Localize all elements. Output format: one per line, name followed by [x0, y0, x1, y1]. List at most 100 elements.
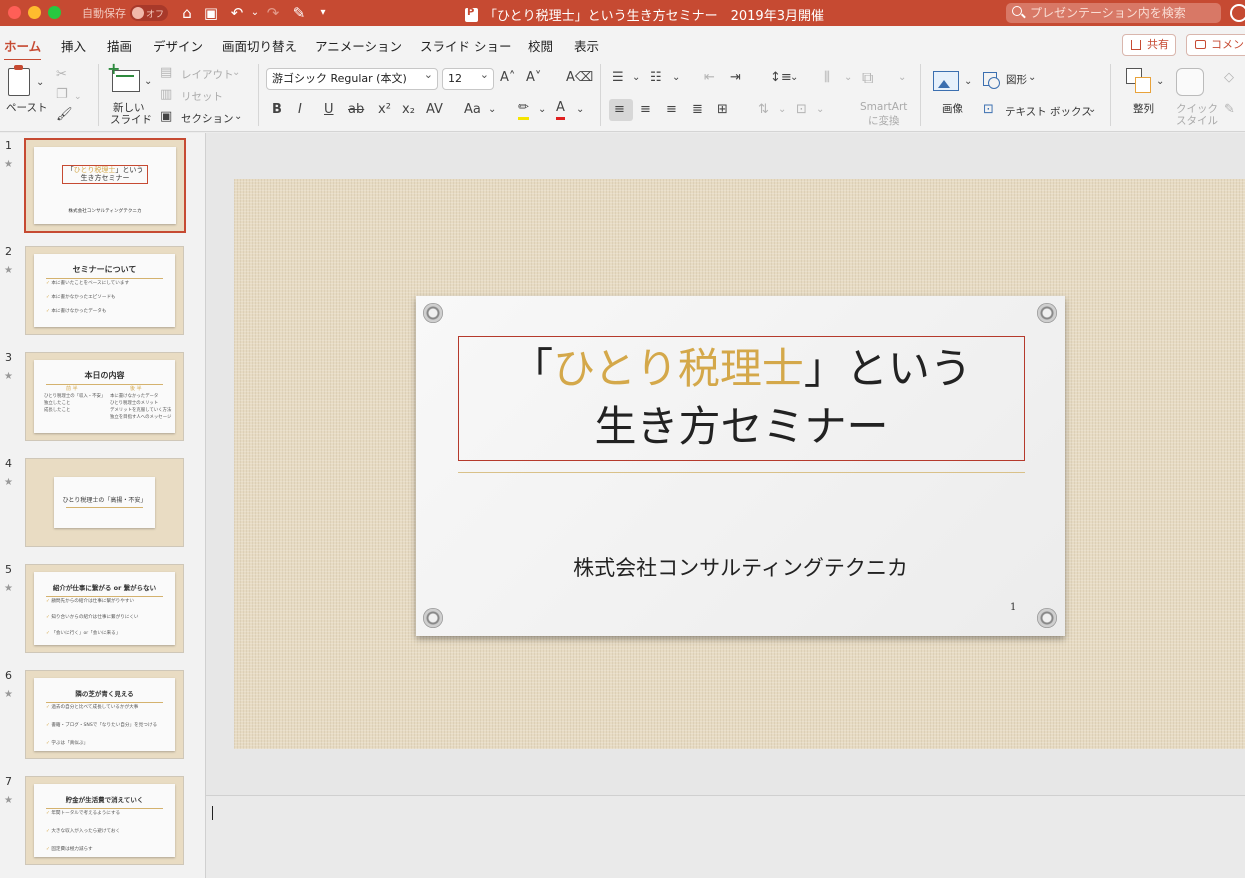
current-slide[interactable]: 「ひとり税理士」という 生き方セミナー 株式会社コンサルティングテクニカ 1	[234, 179, 1245, 749]
textbox-dropdown-icon[interactable]: ⌄	[1088, 101, 1096, 119]
tab-home[interactable]: ホーム	[4, 36, 42, 62]
slide-thumbnail-6[interactable]: 隣の芝が青く見える 過去の自分と比べて成長しているかが大事 書籍・ブログ・SNS…	[25, 670, 184, 759]
shape-fill-icon[interactable]: ◇	[1224, 69, 1234, 87]
columns-icon[interactable]: ⫼	[824, 69, 830, 87]
highlight-icon[interactable]: ✏	[518, 99, 529, 120]
tab-view[interactable]: 表示	[574, 36, 599, 55]
layout-dropdown-icon[interactable]: ⌄	[232, 64, 240, 82]
line-spacing-dropdown-icon[interactable]: ⌄	[790, 69, 798, 87]
new-slide-icon[interactable]	[107, 59, 140, 92]
change-case-dropdown-icon[interactable]: ⌄	[488, 101, 496, 119]
slide-thumbnail-1[interactable]: 「ひとり税理士」という 生き方セミナー 株式会社コンサルティングテクニカ	[24, 138, 186, 233]
underline-icon[interactable]: U	[324, 101, 334, 119]
bold-icon[interactable]: B	[272, 101, 282, 119]
slide-thumbnail-7[interactable]: 貯金が生活費で消えていく 年間トータルで考えるようにする 大きな収入が入ったら避…	[25, 776, 184, 865]
comments-button[interactable]: コメント	[1186, 34, 1245, 56]
tab-slideshow[interactable]: スライド ショー	[420, 36, 511, 55]
slide-subtitle[interactable]: 株式会社コンサルティングテクニカ	[416, 552, 1065, 582]
decrease-font-size-icon[interactable]: A˅	[526, 69, 541, 87]
tab-insert[interactable]: 挿入	[61, 36, 86, 55]
tab-animations[interactable]: アニメーション	[315, 36, 402, 55]
decrease-indent-icon[interactable]: ⇤	[704, 69, 715, 87]
character-spacing-icon[interactable]: AV	[426, 101, 443, 119]
increase-indent-icon[interactable]: ⇥	[730, 69, 741, 87]
window-zoom-button[interactable]	[48, 6, 61, 19]
clear-formatting-icon[interactable]: A⌫	[566, 69, 593, 87]
align-left-icon[interactable]: ≡	[614, 101, 625, 119]
numbering-dropdown-icon[interactable]: ⌄	[672, 69, 680, 87]
paste-label[interactable]: ペースト	[6, 100, 47, 115]
picture-label[interactable]: 画像	[942, 101, 963, 116]
qat-more-icon[interactable]: ▾	[312, 3, 334, 23]
font-color-icon[interactable]: A	[556, 99, 565, 120]
picture-icon[interactable]	[933, 71, 959, 91]
increase-font-size-icon[interactable]: A˄	[500, 69, 515, 87]
highlight-dropdown-icon[interactable]: ⌄	[538, 101, 546, 119]
bullets-icon[interactable]: ☰	[612, 69, 624, 87]
change-case-icon[interactable]: Aa	[464, 101, 481, 119]
smartart-dropdown-icon[interactable]: ⌄	[898, 69, 906, 87]
slide-title[interactable]: 「ひとり税理士」という 生き方セミナー	[458, 340, 1025, 456]
paste-dropdown-icon[interactable]: ⌄	[36, 74, 44, 92]
textbox-icon[interactable]: ⊡	[983, 101, 994, 119]
section-label[interactable]: セクション	[181, 111, 234, 126]
tab-transitions[interactable]: 画面切り替え	[222, 36, 297, 55]
bullets-dropdown-icon[interactable]: ⌄	[632, 69, 640, 87]
speaker-notes-pane[interactable]	[206, 795, 1245, 878]
textbox-label[interactable]: テキスト ボックス	[1005, 104, 1092, 119]
slide-thumbnail-5[interactable]: 紹介が仕事に繋がる or 繋がらない 顧問先からの紹介は仕事に繋がりやすい 知り…	[25, 564, 184, 653]
text-direction-dropdown-icon[interactable]: ⌄	[778, 101, 786, 119]
distributed-icon[interactable]: ⊞	[717, 101, 728, 119]
section-dropdown-icon[interactable]: ⌄	[234, 108, 242, 126]
columns-dropdown-icon[interactable]: ⌄	[844, 69, 852, 87]
tab-review[interactable]: 校閲	[528, 36, 553, 55]
arrange-dropdown-icon[interactable]: ⌄	[1156, 73, 1164, 91]
redo-icon[interactable]: ↷	[262, 3, 284, 23]
text-direction-icon[interactable]: ⇅	[758, 101, 769, 119]
smartart-label-1[interactable]: SmartArt	[860, 101, 907, 113]
quick-styles-label-2[interactable]: スタイル	[1176, 113, 1218, 128]
line-spacing-icon[interactable]: ↕≡	[770, 69, 792, 87]
tab-draw[interactable]: 描画	[107, 36, 132, 55]
reset-icon[interactable]: ▥	[160, 86, 172, 104]
arrange-label[interactable]: 整列	[1133, 101, 1154, 116]
align-text-icon[interactable]: ⊡	[796, 101, 807, 119]
home-icon[interactable]: ⌂	[176, 3, 198, 23]
cut-icon[interactable]: ✂	[56, 66, 67, 84]
autosave-toggle[interactable]: オフ	[130, 5, 168, 21]
search-field[interactable]: プレゼンテーション内を検索	[1006, 3, 1221, 23]
copy-dropdown-icon[interactable]: ⌄	[74, 88, 82, 106]
subscript-icon[interactable]: x₂	[402, 101, 415, 119]
tab-design[interactable]: デザイン	[153, 36, 203, 55]
reset-label[interactable]: リセット	[181, 89, 223, 104]
slide-editor-canvas[interactable]: 「ひとり税理士」という 生き方セミナー 株式会社コンサルティングテクニカ 1	[206, 133, 1245, 795]
slide-thumbnail-4[interactable]: ひとり税理士の「高揚・不安」	[25, 458, 184, 547]
picture-dropdown-icon[interactable]: ⌄	[964, 73, 972, 91]
align-right-icon[interactable]: ≡	[666, 101, 677, 119]
align-text-dropdown-icon[interactable]: ⌄	[816, 101, 824, 119]
feedback-smiley-icon[interactable]	[1230, 4, 1245, 22]
format-painter-icon[interactable]: 🖌	[56, 106, 73, 124]
shapes-icon[interactable]	[983, 72, 1000, 89]
layout-icon[interactable]: ▤	[160, 64, 172, 82]
font-name-select[interactable]: 游ゴシック Regular (本文)	[266, 68, 438, 90]
copy-icon[interactable]: ❐	[56, 86, 68, 104]
numbering-icon[interactable]: ☷	[650, 69, 662, 87]
window-close-button[interactable]	[8, 6, 21, 19]
font-color-dropdown-icon[interactable]: ⌄	[576, 101, 584, 119]
slide-thumbnail-2[interactable]: セミナーについて 本に書いたことをベースにしています 本に書かなかったエピソード…	[25, 246, 184, 335]
new-slide-label-2[interactable]: スライド	[110, 112, 152, 127]
align-center-icon[interactable]: ≡	[640, 101, 651, 119]
slide-thumbnail-panel[interactable]: 1 ★ 「ひとり税理士」という 生き方セミナー 株式会社コンサルティングテクニカ …	[0, 133, 206, 878]
smartart-label-2[interactable]: に変換	[868, 113, 900, 128]
share-button[interactable]: 共有	[1122, 34, 1176, 56]
save-icon[interactable]: ▣	[200, 3, 222, 23]
section-icon[interactable]: ▣	[160, 108, 172, 126]
arrange-icon[interactable]	[1126, 68, 1151, 93]
paste-icon[interactable]	[8, 65, 30, 96]
shapes-label[interactable]: 図形	[1006, 72, 1027, 87]
shapes-dropdown-icon[interactable]: ⌄	[1028, 69, 1036, 87]
strikethrough-icon[interactable]: ab	[348, 101, 364, 119]
font-size-select[interactable]: 12	[442, 68, 494, 90]
slide-thumbnail-3[interactable]: 本日の内容 前 半 後 半 ひとり税理士の「収入・不安」 独立したこと 成長したこと…	[25, 352, 184, 441]
